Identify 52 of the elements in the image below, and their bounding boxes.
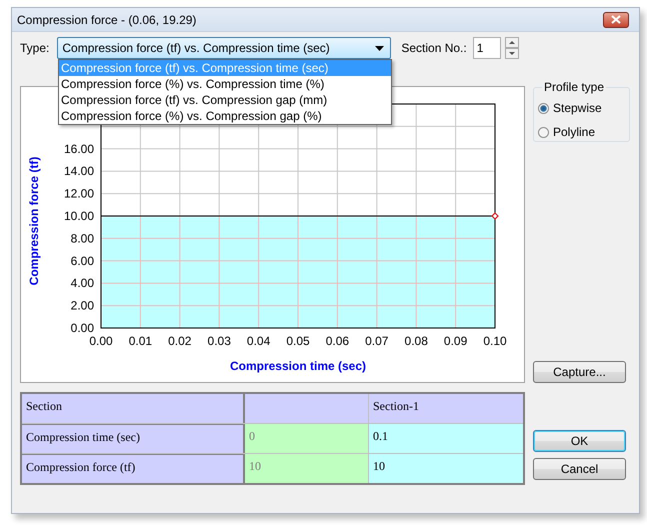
y-tick-label: 4.00 — [70, 276, 94, 290]
table-header-cell: Section — [22, 394, 245, 423]
y-tick-label: 8.00 — [70, 231, 94, 246]
x-tick-label: 0.06 — [326, 334, 350, 348]
y-tick-label: 6.00 — [70, 254, 94, 268]
caret-icon — [375, 46, 384, 50]
type-label: Type: — [20, 41, 50, 55]
x-tick-label: 0.04 — [246, 334, 270, 348]
y-tick-label: 2.00 — [70, 298, 94, 313]
x-tick-label: 0.01 — [128, 334, 152, 348]
x-tick-label: 0.05 — [286, 334, 310, 348]
x-tick-label: 0.02 — [168, 334, 192, 348]
ok-button[interactable]: OK — [533, 430, 626, 452]
row-header-cell: Compression force (tf) — [22, 454, 245, 483]
y-tick-label: 16.00 — [64, 142, 94, 156]
x-tick-label: 0.09 — [444, 334, 468, 348]
y-tick-label: 0.00 — [70, 321, 94, 335]
x-tick-label: 0.00 — [89, 334, 113, 348]
radio-button[interactable] — [538, 102, 549, 114]
point-marker — [491, 212, 499, 220]
type-dropdown[interactable]: Compression force (tf) vs. Compression time (sec) — [57, 37, 392, 59]
table-cell[interactable]: 0.1 — [369, 424, 523, 453]
dropdown-option[interactable]: Compression force (%) vs. Compression gap (%) — [59, 108, 391, 124]
radio-label: Polyline — [553, 125, 596, 139]
row-header-cell: Compression time (sec) — [22, 424, 245, 453]
x-tick-label: 0.08 — [404, 334, 428, 348]
x-tick-label: 0.10 — [483, 334, 507, 348]
cancel-button[interactable]: Cancel — [533, 458, 626, 480]
dropdown-option[interactable]: Compression force (%) vs. Compression time (%) — [59, 76, 391, 92]
close-icon — [611, 15, 621, 24]
table-cell: 10 — [245, 454, 369, 483]
section-no-label: Section No.: — [401, 41, 467, 55]
radio-label: Stepwise — [553, 101, 602, 115]
y-axis-title: Compression force (tf) — [27, 156, 41, 286]
table-cell: 0 — [245, 424, 369, 453]
dropdown-option[interactable]: Compression force (tf) vs. Compression gap (mm) — [59, 92, 391, 108]
group-title: Profile type — [543, 80, 606, 94]
y-tick-label: 12.00 — [64, 186, 94, 201]
spinner[interactable] — [504, 37, 519, 59]
radio-button[interactable] — [538, 126, 549, 138]
x-tick-label: 0.03 — [208, 334, 231, 348]
y-tick-label: 10.00 — [64, 209, 94, 223]
spinner-arrows-icon — [504, 37, 519, 59]
capture-button[interactable]: Capture... — [533, 361, 626, 383]
table-header-cell: Section-1 — [369, 394, 523, 423]
close-button[interactable] — [603, 12, 629, 28]
x-axis-title: Compression time (sec) — [230, 359, 366, 373]
x-tick-label: 0.07 — [365, 334, 388, 348]
window-title: Compression force - (0.06, 19.29) — [17, 12, 198, 26]
y-tick-label: 14.00 — [64, 164, 94, 178]
table-cell[interactable]: 10 — [369, 454, 523, 483]
section-no-field[interactable]: 1 — [472, 37, 501, 59]
